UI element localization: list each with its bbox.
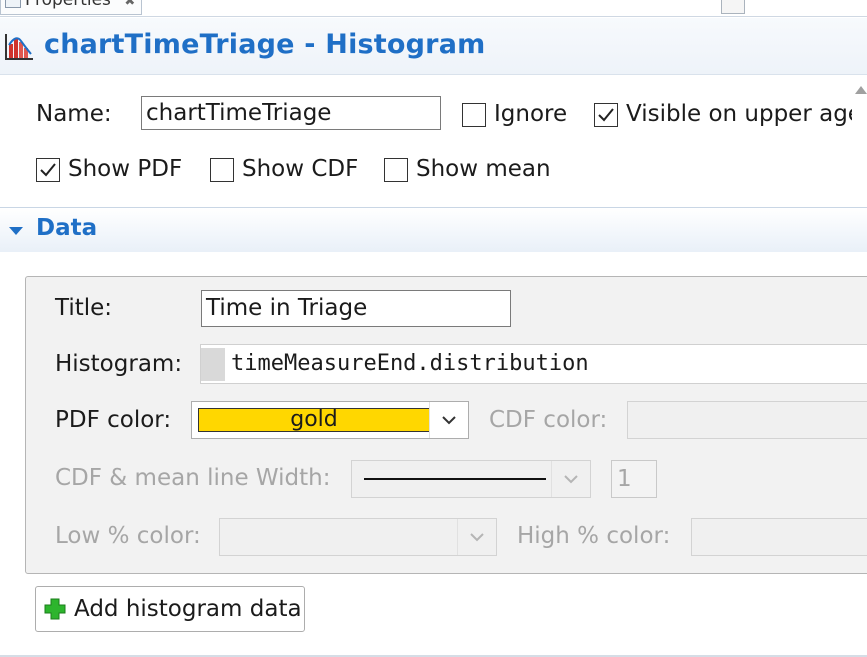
data-section-title: Data bbox=[36, 215, 98, 241]
minimize-view-button[interactable] bbox=[721, 0, 745, 14]
show-cdf-label: Show CDF bbox=[242, 156, 359, 182]
checkmark-icon bbox=[40, 163, 56, 177]
high-percent-color-label: High % color: bbox=[517, 523, 671, 549]
ignore-checkbox[interactable] bbox=[462, 103, 486, 127]
cdf-mean-width-label: CDF & mean line Width: bbox=[55, 465, 331, 491]
pdf-color-select[interactable]: gold bbox=[191, 401, 469, 439]
dropdown-button[interactable] bbox=[457, 519, 496, 555]
histogram-expression-field[interactable]: timeMeasureEnd.distribution bbox=[200, 344, 867, 384]
view-menu-button[interactable] bbox=[766, 0, 788, 12]
add-histogram-data-button[interactable]: Add histogram data bbox=[35, 586, 305, 632]
checkmark-icon bbox=[598, 108, 614, 122]
chevron-down-icon bbox=[470, 533, 484, 542]
line-width-value[interactable]: 1 bbox=[611, 460, 657, 498]
properties-tab-label: Properties bbox=[25, 0, 111, 10]
dropdown-button[interactable] bbox=[429, 402, 468, 438]
show-pdf-checkbox[interactable] bbox=[36, 158, 60, 182]
show-pdf-label: Show PDF bbox=[68, 156, 183, 182]
cdf-color-label: CDF color: bbox=[489, 407, 608, 433]
name-label: Name: bbox=[36, 101, 112, 127]
properties-header: chartTimeTriage - Histogram bbox=[0, 18, 867, 75]
show-cdf-checkbox[interactable] bbox=[210, 158, 234, 182]
histogram-label: Histogram: bbox=[55, 351, 183, 377]
chart-title-input[interactable]: Time in Triage bbox=[201, 290, 511, 327]
data-section-header[interactable]: Data bbox=[0, 207, 867, 252]
expression-mode-indicator[interactable] bbox=[201, 348, 225, 381]
pdf-color-swatch: gold bbox=[198, 408, 430, 432]
show-mean-checkbox[interactable] bbox=[384, 158, 408, 182]
line-width-select[interactable] bbox=[351, 460, 591, 498]
ignore-label: Ignore bbox=[494, 101, 568, 127]
high-percent-color-select[interactable] bbox=[691, 518, 867, 556]
chevron-down-icon bbox=[564, 475, 578, 484]
page-title: chartTimeTriage - Histogram bbox=[44, 29, 486, 60]
name-input[interactable]: chartTimeTriage bbox=[141, 96, 441, 130]
close-icon[interactable]: ✖ bbox=[124, 0, 135, 9]
title-label: Title: bbox=[55, 295, 113, 321]
properties-icon bbox=[5, 0, 21, 8]
properties-tab[interactable]: Properties ✖ bbox=[0, 0, 143, 15]
histogram-expression-value: timeMeasureEnd.distribution bbox=[231, 351, 589, 376]
scroll-up-arrow-icon[interactable] bbox=[855, 86, 867, 94]
dropdown-button[interactable] bbox=[551, 461, 590, 497]
line-style-sample bbox=[364, 478, 546, 480]
chevron-down-icon bbox=[442, 416, 456, 425]
show-mean-label: Show mean bbox=[416, 156, 551, 182]
add-histogram-data-label: Add histogram data bbox=[74, 596, 302, 622]
visible-upper-agent-checkbox[interactable] bbox=[594, 103, 618, 127]
histogram-chart-icon bbox=[5, 34, 33, 60]
plus-icon bbox=[44, 598, 66, 620]
expand-triangle-icon[interactable] bbox=[9, 227, 23, 235]
cdf-color-select[interactable] bbox=[627, 401, 867, 439]
view-tab-strip: Properties ✖ bbox=[0, 0, 867, 17]
visible-upper-agent-label: Visible on upper agent bbox=[626, 101, 852, 127]
low-percent-color-label: Low % color: bbox=[55, 523, 201, 549]
low-percent-color-select[interactable] bbox=[219, 518, 497, 556]
pdf-color-label: PDF color: bbox=[55, 407, 172, 433]
